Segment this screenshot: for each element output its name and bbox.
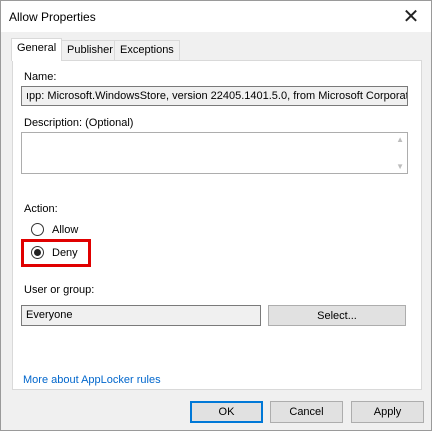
- select-user-button[interactable]: Select...: [268, 305, 406, 326]
- tab-exceptions[interactable]: Exceptions: [114, 40, 180, 60]
- deny-highlight-box: [21, 239, 91, 267]
- action-allow-option[interactable]: Allow: [31, 223, 78, 236]
- description-label: Description: (Optional): [24, 117, 134, 129]
- tab-publisher[interactable]: Publisher: [61, 40, 119, 60]
- action-label: Action:: [24, 203, 58, 215]
- name-field[interactable]: ıpp: Microsoft.WindowsStore, version 224…: [21, 86, 408, 106]
- scroll-down-icon[interactable]: ▼: [396, 162, 404, 171]
- allow-radio[interactable]: [31, 223, 44, 236]
- properties-dialog: Allow Properties ✕ General Publisher Exc…: [0, 0, 432, 431]
- user-group-label: User or group:: [24, 284, 95, 296]
- description-field[interactable]: ▲ ▼: [21, 132, 408, 174]
- close-icon[interactable]: ✕: [391, 1, 431, 32]
- allow-radio-label: Allow: [52, 223, 79, 236]
- name-label: Name:: [24, 71, 57, 83]
- apply-button[interactable]: Apply: [351, 401, 424, 423]
- user-group-field[interactable]: Everyone: [21, 305, 261, 326]
- ok-button[interactable]: OK: [190, 401, 263, 423]
- window-title: Allow Properties: [9, 10, 96, 24]
- title-bar: Allow Properties ✕: [1, 1, 431, 32]
- tab-general[interactable]: General: [11, 38, 63, 61]
- scroll-up-icon[interactable]: ▲: [396, 135, 404, 144]
- cancel-button[interactable]: Cancel: [270, 401, 343, 423]
- applocker-help-link[interactable]: More about AppLocker rules: [23, 374, 161, 386]
